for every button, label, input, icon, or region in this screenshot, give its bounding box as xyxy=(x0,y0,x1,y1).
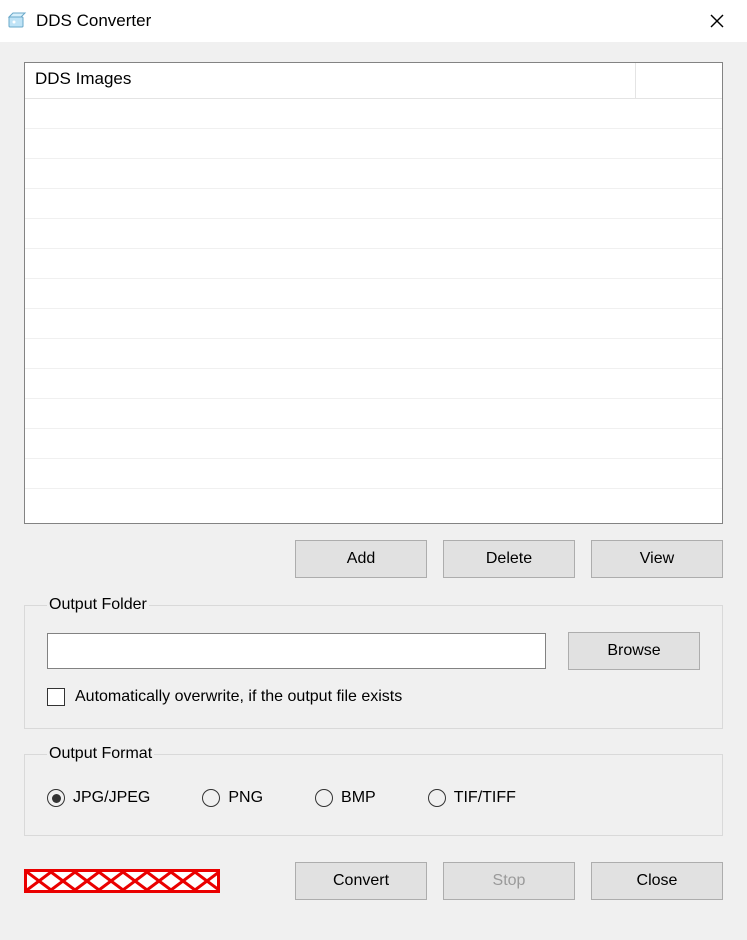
listview-row xyxy=(25,399,722,429)
radio-label: BMP xyxy=(341,789,376,807)
bottom-row: Convert Stop Close xyxy=(24,862,723,900)
window-title: DDS Converter xyxy=(36,11,695,31)
radio-icon xyxy=(315,789,333,807)
progress-bar xyxy=(24,869,220,893)
delete-button[interactable]: Delete xyxy=(443,540,575,578)
output-folder-group: Output Folder Browse Automatically overw… xyxy=(24,596,723,729)
bottom-buttons: Convert Stop Close xyxy=(295,862,723,900)
listview-row xyxy=(25,459,722,489)
radio-label: TIF/TIFF xyxy=(454,789,516,807)
radio-icon xyxy=(47,789,65,807)
output-folder-input[interactable] xyxy=(47,633,546,669)
close-icon xyxy=(710,14,724,28)
view-button[interactable]: View xyxy=(591,540,723,578)
radio-tif[interactable]: TIF/TIFF xyxy=(428,789,516,807)
listview-column-spacer xyxy=(636,63,722,98)
listview-row xyxy=(25,99,722,129)
browse-button[interactable]: Browse xyxy=(568,632,700,670)
output-folder-row: Browse xyxy=(47,632,700,670)
listview-row xyxy=(25,279,722,309)
format-radios: JPG/JPEG PNG BMP TIF/TIFF xyxy=(47,781,700,813)
radio-jpg[interactable]: JPG/JPEG xyxy=(47,789,150,807)
list-buttons-row: Add Delete View xyxy=(24,540,723,578)
close-button[interactable]: Close xyxy=(591,862,723,900)
radio-bmp[interactable]: BMP xyxy=(315,789,376,807)
listview-row xyxy=(25,159,722,189)
listview-row xyxy=(25,249,722,279)
listview-row xyxy=(25,309,722,339)
overwrite-label: Automatically overwrite, if the output f… xyxy=(75,688,402,706)
output-format-legend: Output Format xyxy=(47,745,154,763)
output-folder-legend: Output Folder xyxy=(47,596,149,614)
stop-button[interactable]: Stop xyxy=(443,862,575,900)
radio-label: JPG/JPEG xyxy=(73,789,150,807)
listview-row xyxy=(25,129,722,159)
titlebar: DDS Converter xyxy=(0,0,747,42)
close-window-button[interactable] xyxy=(695,5,739,37)
listview-row xyxy=(25,369,722,399)
listview-row xyxy=(25,429,722,459)
listview-column-header[interactable]: DDS Images xyxy=(25,63,636,98)
output-format-group: Output Format JPG/JPEG PNG BMP TIF/TIFF xyxy=(24,745,723,836)
listview-row xyxy=(25,219,722,249)
convert-button[interactable]: Convert xyxy=(295,862,427,900)
client-area: DDS Images Add Delete View Output Folder… xyxy=(0,42,747,940)
overwrite-row: Automatically overwrite, if the output f… xyxy=(47,688,700,706)
listview-row xyxy=(25,339,722,369)
overwrite-checkbox[interactable] xyxy=(47,688,65,706)
radio-label: PNG xyxy=(228,789,263,807)
add-button[interactable]: Add xyxy=(295,540,427,578)
listview-header: DDS Images xyxy=(25,63,722,99)
radio-icon xyxy=(202,789,220,807)
listview-row xyxy=(25,189,722,219)
radio-png[interactable]: PNG xyxy=(202,789,263,807)
images-listview[interactable]: DDS Images xyxy=(24,62,723,524)
radio-icon xyxy=(428,789,446,807)
app-icon xyxy=(6,10,28,32)
